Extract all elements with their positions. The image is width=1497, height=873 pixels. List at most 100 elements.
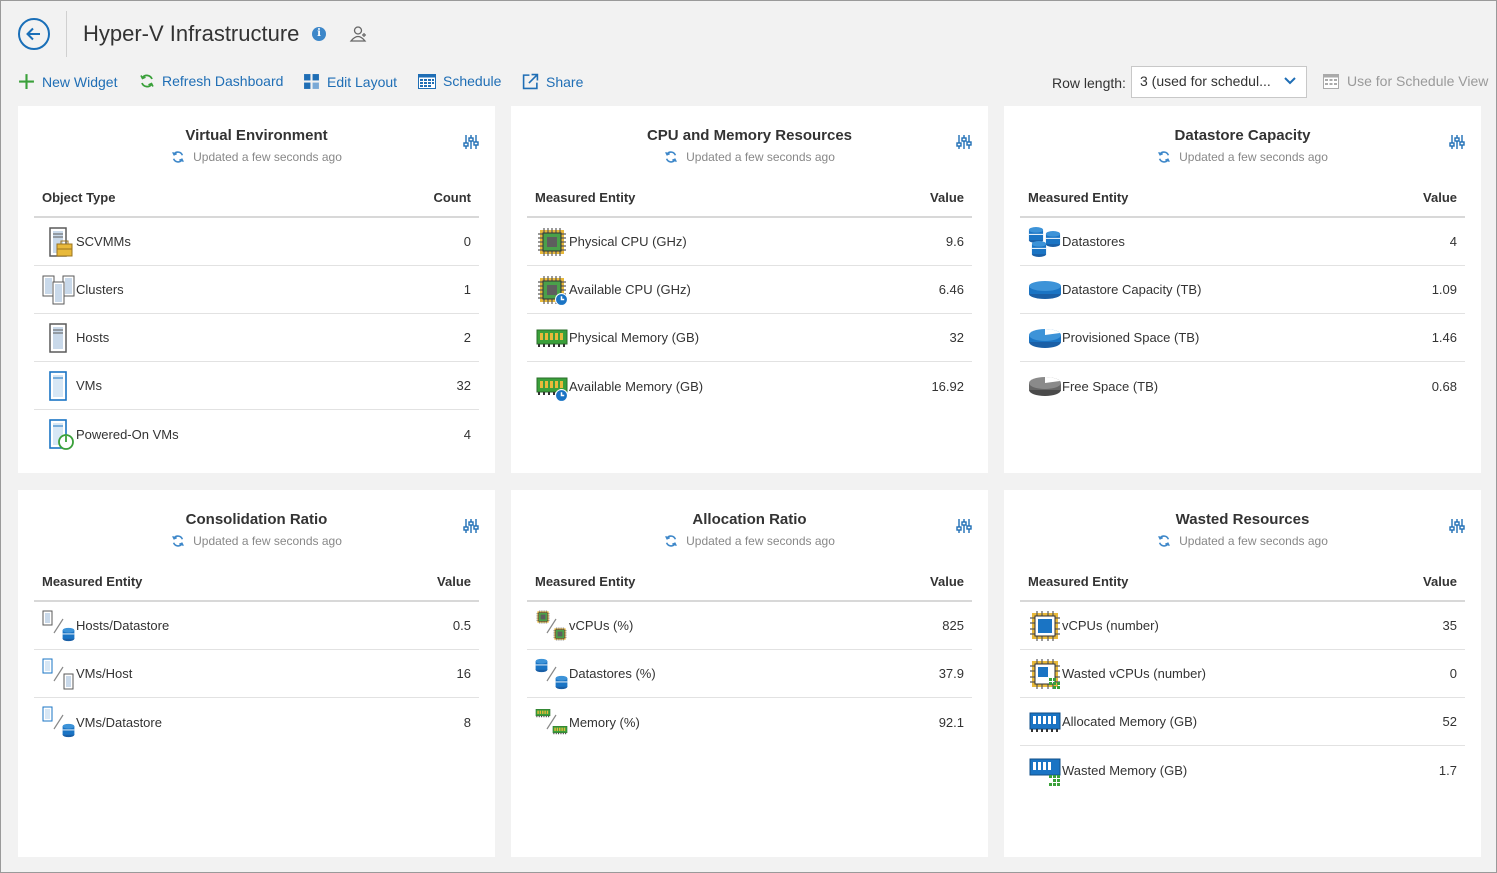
row-label: VMs/Datastore <box>76 714 162 730</box>
table-row[interactable]: vCPUs (%) 825 <box>527 602 972 650</box>
row-value: 16 <box>456 666 471 681</box>
info-icon[interactable]: i <box>312 27 326 41</box>
table-row[interactable]: Datastore Capacity (TB) 1.09 <box>1020 266 1465 314</box>
row-label: Hosts/Datastore <box>76 618 170 633</box>
table-row[interactable]: Hosts 2 <box>34 314 479 362</box>
table-row[interactable]: Datastores (%) 37.9 <box>527 650 972 698</box>
updated-text: Updated a few seconds ago <box>1179 150 1328 164</box>
use-for-schedule-view-toggle[interactable]: Use for Schedule View <box>1323 73 1488 89</box>
widget-title: CPU and Memory Resources <box>646 127 853 144</box>
row-value: 0 <box>1449 666 1457 681</box>
table-row[interactable]: vCPUs (number) 35 <box>1020 602 1465 650</box>
row-value: 825 <box>942 618 964 633</box>
widget-settings-icon[interactable] <box>956 134 972 150</box>
table-row[interactable]: VMs 32 <box>34 362 479 410</box>
free-space-icon <box>1028 369 1062 403</box>
widget-settings-icon[interactable] <box>956 518 972 534</box>
column-header-measured-entity: Measured Entity <box>1028 573 1129 589</box>
provisioned-space-icon <box>1028 321 1062 355</box>
column-header-value: Value <box>437 573 471 589</box>
row-value: 52 <box>1442 714 1457 729</box>
table-row[interactable]: Physical CPU (GHz) 9.6 <box>527 218 972 266</box>
row-value: 1.7 <box>1438 762 1457 778</box>
row-label: Datastores <box>1062 234 1125 249</box>
widget-title: Datastore Capacity <box>1174 127 1311 144</box>
table-row[interactable]: Available Memory (GB) 16.92 <box>527 362 972 410</box>
updated-text: Updated a few seconds ago <box>193 534 342 548</box>
table-header: Measured Entity Value <box>1020 562 1465 602</box>
row-label: Wasted vCPUs (number) <box>1062 666 1206 681</box>
row-value: 0.68 <box>1431 378 1457 394</box>
new-widget-button[interactable]: New Widget <box>18 73 117 90</box>
row-label: Available CPU (GHz) <box>569 282 691 297</box>
shared-user-icon[interactable] <box>349 25 369 43</box>
table-row[interactable]: Memory (%) 92.1 <box>527 698 972 746</box>
row-value: 1.46 <box>1431 330 1457 345</box>
datastore-capacity-icon <box>1028 273 1062 307</box>
widget-updated-status: Updated a few seconds ago <box>1004 534 1481 548</box>
updated-text: Updated a few seconds ago <box>686 150 835 164</box>
row-value: 32 <box>949 330 964 345</box>
row-value: 4 <box>463 426 471 442</box>
table-header: Object Type Count <box>34 178 479 218</box>
widget-updated-status: Updated a few seconds ago <box>18 150 495 164</box>
widget-cpu-memory-resources: CPU and Memory Resources Updated a few s… <box>511 106 988 473</box>
row-label: vCPUs (%) <box>569 618 634 633</box>
row-value: 4 <box>1449 234 1457 249</box>
share-button[interactable]: Share <box>522 73 583 90</box>
row-label: Datastore Capacity (TB) <box>1062 282 1202 297</box>
schedule-label: Schedule <box>443 73 502 89</box>
widget-updated-status: Updated a few seconds ago <box>511 150 988 164</box>
table-row[interactable]: Allocated Memory (GB) 52 <box>1020 698 1465 746</box>
row-label: SCVMMs <box>76 234 131 249</box>
scvmm-icon <box>42 225 76 259</box>
table-row[interactable]: Powered-On VMs 4 <box>34 410 479 458</box>
dashboard-toolbar: New Widget Refresh Dashboard Edit Layout… <box>1 66 1496 98</box>
table-row[interactable]: Available CPU (GHz) 6.46 <box>527 266 972 314</box>
row-value: 1 <box>463 282 471 297</box>
table-row[interactable]: Physical Memory (GB) 32 <box>527 314 972 362</box>
host-icon <box>42 321 76 355</box>
row-length-select[interactable]: 3 (used for schedul... <box>1131 66 1307 98</box>
table-row[interactable]: Wasted vCPUs (number) 0 <box>1020 650 1465 698</box>
row-label: Clusters <box>76 282 124 297</box>
column-header-value: Value <box>930 189 964 205</box>
column-header-count: Count <box>433 189 471 205</box>
row-value: 8 <box>463 714 471 730</box>
row-value: 0.5 <box>452 618 471 633</box>
widget-updated-status: Updated a few seconds ago <box>1004 150 1481 164</box>
widget-settings-icon[interactable] <box>1449 134 1465 150</box>
table-row[interactable]: Wasted Memory (GB) 1.7 <box>1020 746 1465 794</box>
page-header: Hyper-V Infrastructure i <box>1 1 1496 65</box>
table-row[interactable]: Provisioned Space (TB) 1.46 <box>1020 314 1465 362</box>
widget-settings-icon[interactable] <box>463 134 479 150</box>
available-memory-icon <box>535 369 569 403</box>
row-value: 35 <box>1442 618 1457 633</box>
table-row[interactable]: Clusters 1 <box>34 266 479 314</box>
table-row[interactable]: Free Space (TB) 0.68 <box>1020 362 1465 410</box>
edit-layout-button[interactable]: Edit Layout <box>303 73 397 90</box>
widget-settings-icon[interactable] <box>1449 518 1465 534</box>
widget-table: Object Type Count SCVMMs 0 Clusters 1 Ho… <box>34 178 479 458</box>
table-row[interactable]: VMs/Datastore 8 <box>34 698 479 746</box>
widget-settings-icon[interactable] <box>463 518 479 534</box>
table-row[interactable]: SCVMMs 0 <box>34 218 479 266</box>
back-button[interactable] <box>18 18 50 50</box>
refresh-icon <box>171 150 185 164</box>
table-header: Measured Entity Value <box>527 178 972 218</box>
table-row[interactable]: Datastores 4 <box>1020 218 1465 266</box>
row-label: Hosts <box>76 330 110 345</box>
table-row[interactable]: Hosts/Datastore 0.5 <box>34 602 479 650</box>
row-label: Allocated Memory (GB) <box>1062 714 1198 729</box>
row-label: Physical CPU (GHz) <box>569 234 687 249</box>
schedule-button[interactable]: Schedule <box>418 73 501 89</box>
widget-title: Wasted Resources <box>1175 511 1310 528</box>
table-row[interactable]: VMs/Host 16 <box>34 650 479 698</box>
schedule-view-label: Use for Schedule View <box>1347 73 1489 89</box>
layout-icon <box>304 74 319 89</box>
cpu-chip-icon <box>535 225 569 259</box>
row-value: 9.6 <box>945 234 964 249</box>
hosts-per-datastore-icon <box>42 609 76 643</box>
refresh-dashboard-button[interactable]: Refresh Dashboard <box>139 73 283 89</box>
widget-wasted-resources: Wasted Resources Updated a few seconds a… <box>1004 490 1481 857</box>
